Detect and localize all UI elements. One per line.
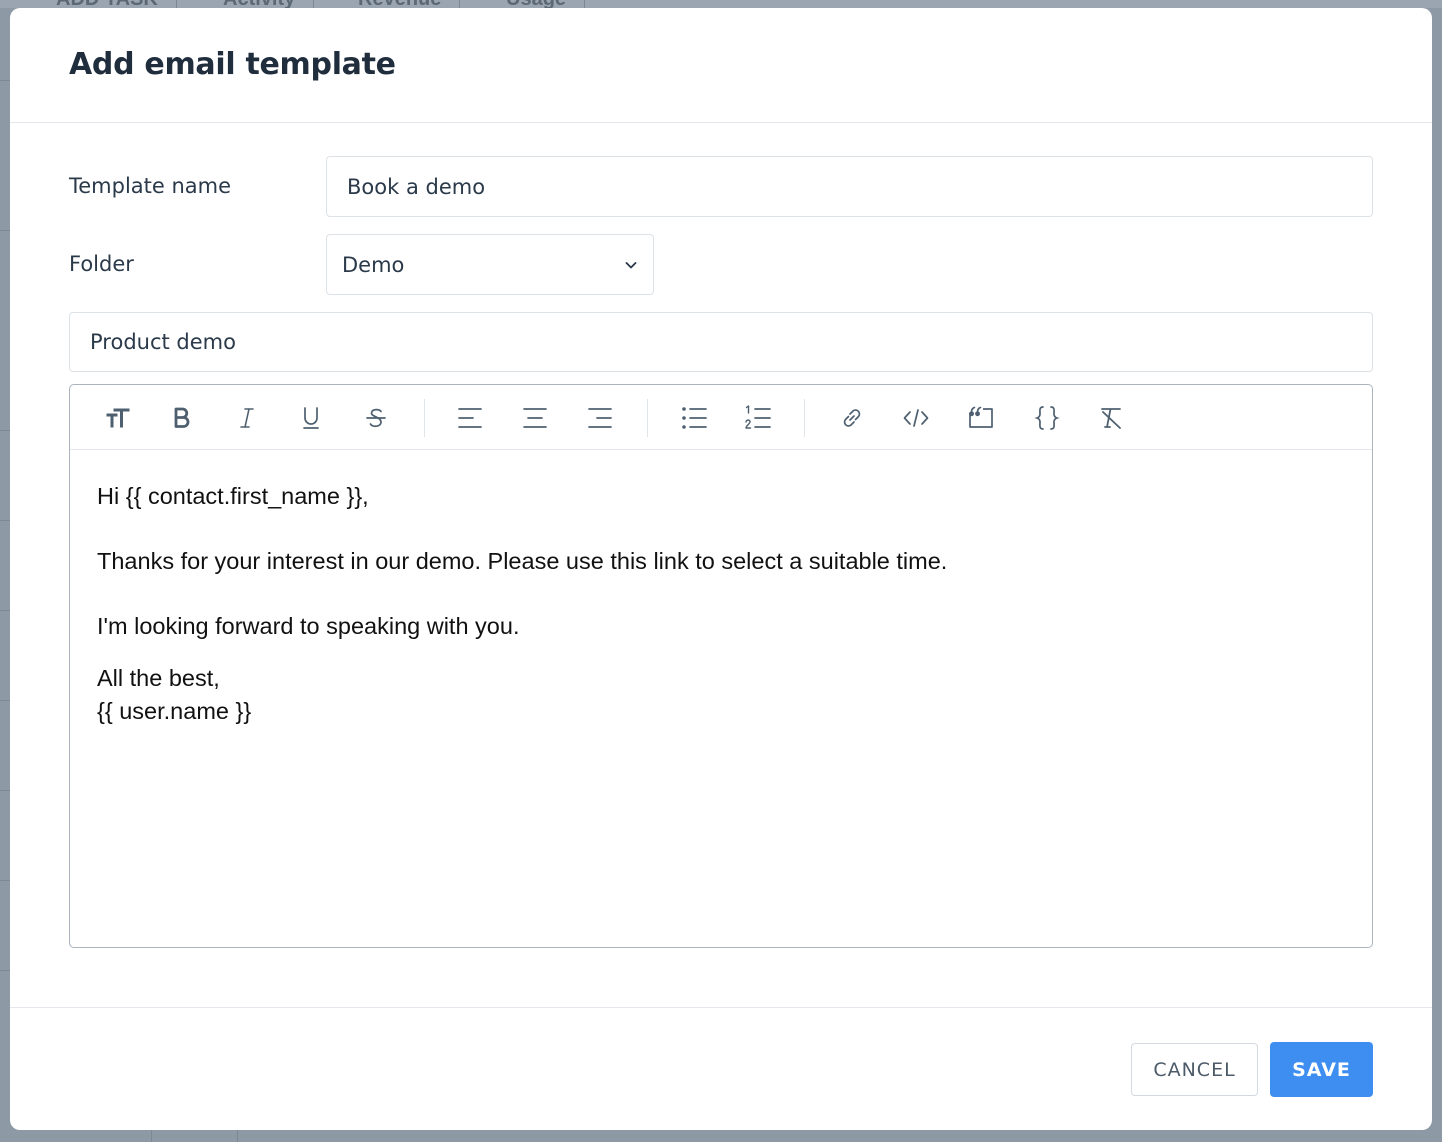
underline-button[interactable]	[294, 401, 328, 435]
underline-icon	[303, 407, 319, 429]
text-size-icon	[106, 408, 130, 428]
background-divider	[0, 790, 10, 791]
link-icon	[843, 409, 861, 427]
blockquote-button[interactable]	[964, 401, 998, 435]
clear-format-icon	[1101, 408, 1121, 429]
cancel-button[interactable]: CANCEL	[1131, 1043, 1258, 1096]
folder-row: Folder	[69, 234, 134, 294]
align-right-icon	[588, 408, 612, 428]
body-line: Thanks for your interest in our demo. Pl…	[97, 548, 948, 574]
subject-input[interactable]: Product demo	[69, 312, 1373, 372]
dialog-header: Add email template	[10, 8, 1432, 123]
body-line: All the best,	[97, 665, 220, 691]
body-line: Hi {{ contact.first_name }},	[97, 483, 369, 509]
background-cell	[152, 1130, 238, 1142]
link-button[interactable]	[835, 401, 869, 435]
clear-format-button[interactable]	[1095, 401, 1129, 435]
template-name-value: Book a demo	[347, 174, 486, 199]
background-divider	[0, 520, 10, 521]
body-line: I'm looking forward to speaking with you…	[97, 613, 520, 639]
strikethrough-button[interactable]	[359, 401, 393, 435]
folder-select[interactable]: Demo	[326, 234, 654, 295]
background-tab: ADD TASK	[38, 0, 177, 10]
background-tab: Usage	[488, 0, 586, 10]
italic-icon	[240, 408, 254, 428]
strikethrough-icon	[366, 408, 386, 428]
variable-braces-button[interactable]	[1030, 401, 1064, 435]
background-divider	[0, 610, 10, 611]
background-divider	[0, 80, 10, 81]
align-right-button[interactable]	[583, 401, 617, 435]
align-left-icon	[458, 408, 482, 428]
add-email-template-dialog: Add email template Template name Book a …	[10, 8, 1432, 1130]
align-left-button[interactable]	[453, 401, 487, 435]
rich-text-editor: Hi {{ contact.first_name }}, Thanks for …	[69, 384, 1373, 948]
dialog-footer: CANCEL SAVE	[10, 1007, 1432, 1130]
background-divider	[0, 230, 10, 231]
body-line: {{ user.name }}	[97, 698, 252, 724]
background-divider	[0, 700, 10, 701]
variable-braces-icon	[1034, 406, 1060, 430]
template-name-row: Template name	[69, 156, 231, 216]
numbered-list-button[interactable]	[741, 401, 775, 435]
text-size-button[interactable]	[101, 401, 135, 435]
editor-content[interactable]: Hi {{ contact.first_name }}, Thanks for …	[70, 450, 1372, 758]
numbered-list-icon	[745, 405, 771, 429]
toolbar-divider	[424, 399, 425, 437]
dialog-title: Add email template	[69, 46, 396, 82]
code-icon	[903, 409, 929, 427]
bullet-list-button[interactable]	[677, 401, 711, 435]
code-button[interactable]	[899, 401, 933, 435]
align-center-button[interactable]	[518, 401, 552, 435]
background-tab: Revenue	[340, 0, 461, 10]
background-cell	[0, 1130, 152, 1142]
background-divider	[0, 430, 10, 431]
bold-icon	[174, 407, 190, 428]
save-button[interactable]: SAVE	[1270, 1042, 1373, 1097]
background-divider	[0, 880, 10, 881]
chevron-down-icon	[625, 261, 637, 268]
background-tab: Activity	[205, 0, 315, 10]
bold-button[interactable]	[164, 401, 198, 435]
align-center-icon	[523, 408, 547, 428]
editor-toolbar	[70, 385, 1372, 450]
background-tabs: ADD TASK Activity Revenue Usage	[0, 0, 1442, 10]
toolbar-divider	[647, 399, 648, 437]
bullet-list-icon	[682, 407, 707, 429]
folder-selected-value: Demo	[342, 252, 405, 277]
italic-button[interactable]	[230, 401, 264, 435]
subject-value: Product demo	[90, 330, 236, 354]
blockquote-icon	[969, 406, 993, 428]
toolbar-divider	[804, 399, 805, 437]
folder-label: Folder	[69, 252, 134, 276]
template-name-label: Template name	[69, 174, 232, 198]
background-divider	[0, 970, 10, 971]
template-name-input[interactable]: Book a demo	[326, 156, 1373, 217]
